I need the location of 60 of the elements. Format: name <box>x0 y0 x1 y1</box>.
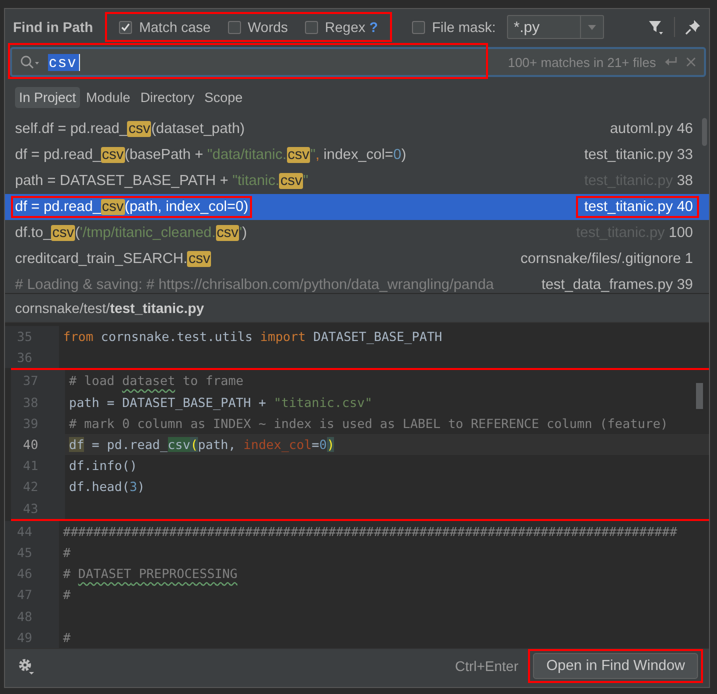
code-line: path = DATASET_BASE_PATH + "titanic.csv" <box>68 394 372 410</box>
code-line: df = pd.read_csv(path, index_col=0) <box>68 437 334 452</box>
checkbox[interactable] <box>228 20 241 34</box>
result-row[interactable]: creditcard_train_SEARCH.csv cornsnake/files/.gitignore 1 <box>5 246 709 272</box>
result-text: df = pd.read_csv(path, index_col=0) <box>11 196 252 218</box>
code-line: from cornsnake.test.utils import DATASET_BASE_PATH <box>62 329 442 344</box>
shortcut-hint: Ctrl+Enter <box>454 658 518 674</box>
file-mask-dropdown[interactable]: *.py <box>506 15 604 39</box>
checkbox-label[interactable]: Match case <box>139 19 211 35</box>
scrollbar-thumb[interactable] <box>696 383 703 409</box>
checkbox[interactable] <box>119 20 132 34</box>
file-name: test_titanic.py <box>584 199 673 215</box>
line-number: 1 <box>684 251 693 267</box>
open-in-find-window-button[interactable]: Open in Find Window <box>533 652 698 679</box>
line-number: 33 <box>676 147 693 163</box>
file-name: automl.py <box>610 121 673 137</box>
result-text: path = DATASET_BASE_PATH + "titanic.csv" <box>14 172 310 191</box>
scope-tab[interactable]: In Project <box>15 86 80 108</box>
line-number: 40 <box>676 199 693 215</box>
code-line: ################################################################################# <box>62 524 678 539</box>
code-line: df.head(3) <box>68 479 145 494</box>
pin-icon[interactable] <box>685 19 701 35</box>
code-line: # <box>62 630 71 645</box>
code-line: # <box>62 544 71 560</box>
checkbox[interactable] <box>304 20 318 34</box>
scope-tab[interactable]: Scope <box>200 86 247 108</box>
caret-icon <box>588 24 596 30</box>
newline-icon[interactable] <box>664 56 678 68</box>
clear-icon[interactable] <box>686 57 696 67</box>
code-line: # DATASET PREPROCESSING <box>62 566 238 582</box>
line-number: 100 <box>668 225 693 241</box>
line-number: 39 <box>676 277 693 293</box>
dialog-title: Find in Path <box>13 19 94 35</box>
line-number: 38 <box>676 173 693 189</box>
result-text: # Loading & saving: # https://chrisalbon.com/python/data_wrangling/panda <box>14 276 495 293</box>
filter-icon[interactable] <box>648 19 664 35</box>
checkbox-label[interactable]: Words <box>248 19 288 35</box>
file-name: test_titanic.py <box>584 147 673 163</box>
scope-tab[interactable]: Module <box>82 86 134 108</box>
file-name: cornsnake/files/.gitignore <box>520 251 681 267</box>
scope-tab[interactable]: Directory <box>136 86 198 108</box>
scrollbar-thumb[interactable] <box>702 118 707 146</box>
checkbox[interactable] <box>412 20 425 34</box>
search-icon[interactable] <box>20 55 40 69</box>
settings-icon[interactable] <box>17 656 35 675</box>
result-row[interactable]: df = pd.read_csv(path, index_col=0) test_titanic.py 40 <box>5 194 709 220</box>
result-text: df = pd.read_csv(basePath + "data/titanic.csv", index_col=0) <box>14 146 408 165</box>
match-count: 100+ matches in 21+ files <box>508 54 656 70</box>
code-line: df.info() <box>68 458 138 474</box>
file-name: test_data_frames.py <box>541 277 673 293</box>
help-icon[interactable]: ? <box>369 19 378 35</box>
code-line: # mark 0 column as INDEX ~ index is used as LABEL to REFERENCE column (feature) <box>68 416 668 431</box>
result-row[interactable]: df = pd.read_csv(basePath + "data/titanic.csv", index_col=0) test_titanic.py 33 <box>5 142 709 168</box>
code-line: # <box>62 587 71 602</box>
search-text: csv <box>48 54 80 70</box>
code-line: # load dataset to frame <box>68 373 244 388</box>
checkbox-label[interactable]: Regex <box>324 19 366 35</box>
line-number: 46 <box>676 121 693 137</box>
result-text: creditcard_train_SEARCH.csv <box>14 250 212 269</box>
checkbox-label[interactable]: File mask: <box>432 19 496 35</box>
